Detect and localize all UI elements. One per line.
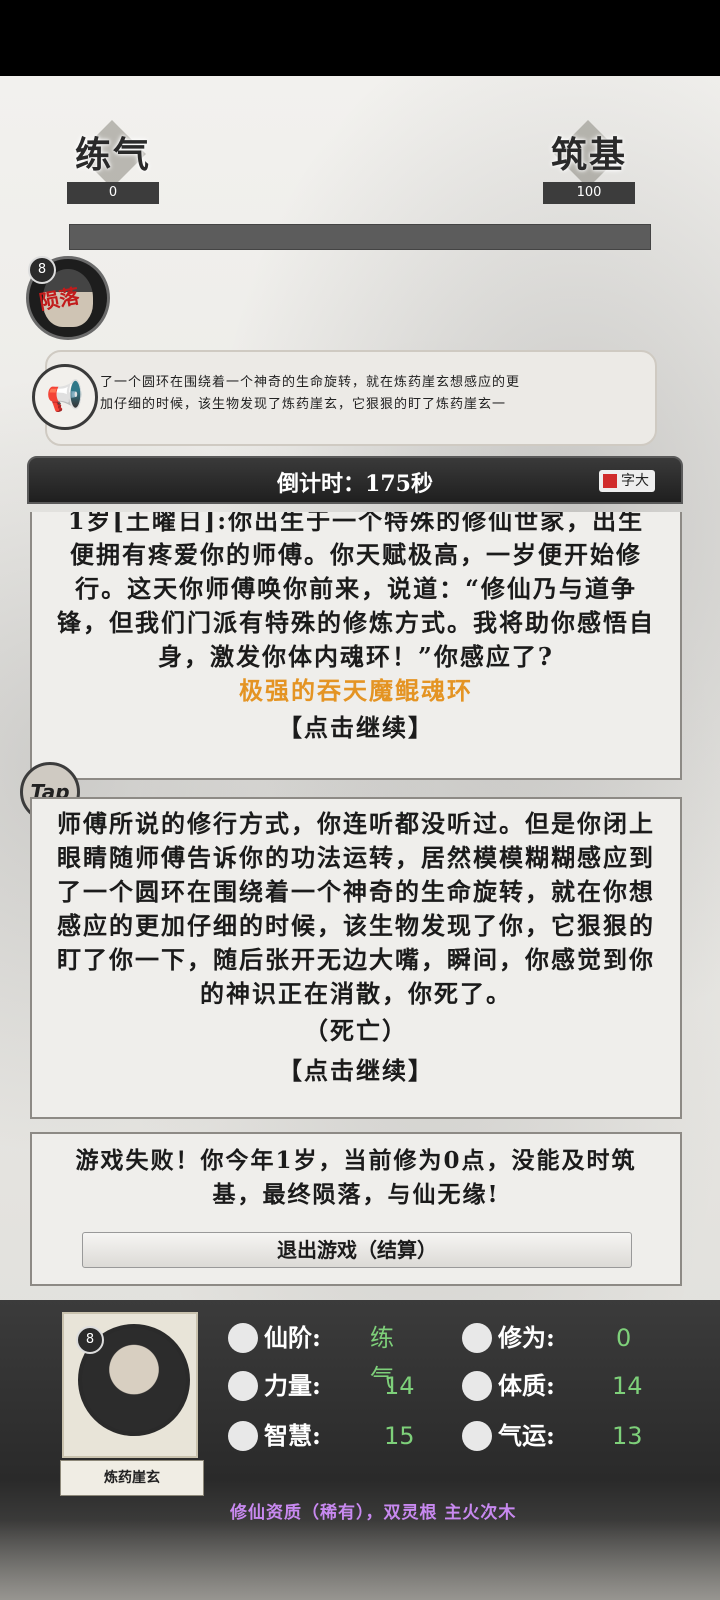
hand-icon	[228, 1420, 258, 1451]
next-realm: 筑基 100	[534, 120, 644, 204]
swirl-icon	[462, 1322, 492, 1353]
lotus-icon	[228, 1322, 258, 1353]
megaphone-icon: 📢	[32, 364, 98, 430]
stat-label: 修为:	[498, 1323, 555, 1352]
event-text: 1岁[土曜日]:你出生于一个特殊的修仙世家，出生便拥有疼爱你的师傅。你天赋极高，…	[57, 512, 655, 671]
exit-game-button[interactable]: 退出游戏（结算）	[82, 1232, 632, 1268]
stat-value: 0	[616, 1324, 632, 1352]
game-over-text: 游戏失败！你今年1岁，当前修为0点，没能及时筑基，最终陨落，与仙无缘!	[75, 1147, 637, 1208]
stat-strength: 力量: 14	[228, 1366, 415, 1406]
body-icon	[462, 1370, 492, 1401]
event-result: （死亡）	[304, 1016, 408, 1045]
stat-label: 体质:	[498, 1371, 555, 1400]
stat-label: 力量:	[264, 1371, 321, 1400]
cultivation-progress-bar	[69, 224, 651, 250]
fog-overlay	[0, 1520, 720, 1600]
stat-value: 14	[612, 1372, 643, 1400]
current-realm-name: 练气	[74, 134, 151, 176]
event-text: 师傅所说的修行方式，你连听都没听过。但是你闭上眼睛随师傅告诉你的功法运转，居然模…	[57, 809, 655, 1008]
stat-luck: 气运: 13	[462, 1416, 643, 1456]
announcement-text: 了一个圆环在围绕着一个神奇的生命旋转，就在炼药崖玄想感应的更 加仔细的时候，该生…	[100, 372, 640, 416]
countdown-header: 倒计时：175秒 字大	[27, 456, 683, 504]
font-size-toggle[interactable]: 字大	[599, 470, 655, 492]
character-level-badge: 8	[76, 1326, 104, 1354]
current-realm: 练气 0	[58, 120, 168, 204]
continue-prompt[interactable]: 【点击继续】	[32, 1051, 680, 1091]
stat-value: 13	[612, 1422, 643, 1450]
stat-rank: 仙阶: 练气	[228, 1318, 394, 1392]
stat-value: 15	[384, 1422, 415, 1450]
countdown-label: 倒计时：175秒	[277, 471, 433, 497]
character-name: 炼药崖玄	[60, 1460, 204, 1496]
stat-value: 14	[384, 1372, 415, 1400]
stat-constitution: 体质: 14	[462, 1366, 643, 1406]
announcement-line: 了一个圆环在围绕着一个神奇的生命旋转，就在炼药崖玄想感应的更	[100, 375, 521, 390]
stat-cultivation: 修为: 0	[462, 1318, 631, 1358]
stat-label: 气运:	[498, 1421, 555, 1450]
stat-wisdom: 智慧: 15	[228, 1416, 415, 1456]
fist-icon	[228, 1370, 258, 1401]
next-realm-name: 筑基	[550, 134, 627, 176]
stat-label: 仙阶:	[264, 1323, 321, 1352]
player-level-badge: 8	[28, 256, 56, 284]
current-realm-value: 0	[67, 182, 159, 204]
top-status-bar	[0, 0, 720, 76]
event-highlight: 极强的吞天魔鲲魂环	[239, 676, 473, 705]
aptitude-text: 修仙资质（稀有），双灵根 主火次木	[230, 1503, 517, 1523]
continue-prompt[interactable]: 【点击继续】	[32, 708, 680, 748]
stat-label: 智慧:	[264, 1421, 321, 1450]
game-over-card: 游戏失败！你今年1岁，当前修为0点，没能及时筑基，最终陨落，与仙无缘! 退出游戏…	[30, 1132, 682, 1286]
event-card[interactable]: 师傅所说的修行方式，你连听都没听过。但是你闭上眼睛随师傅告诉你的功法运转，居然模…	[30, 797, 682, 1119]
clover-icon	[462, 1420, 492, 1451]
announcement-line: 加仔细的时候，该生物发现了炼药崖玄，它狠狠的盯了炼药崖玄一	[100, 397, 507, 412]
next-realm-value: 100	[543, 182, 635, 204]
event-card[interactable]: 1岁[土曜日]:你出生于一个特殊的修仙世家，出生便拥有疼爱你的师傅。你天赋极高，…	[30, 512, 682, 780]
